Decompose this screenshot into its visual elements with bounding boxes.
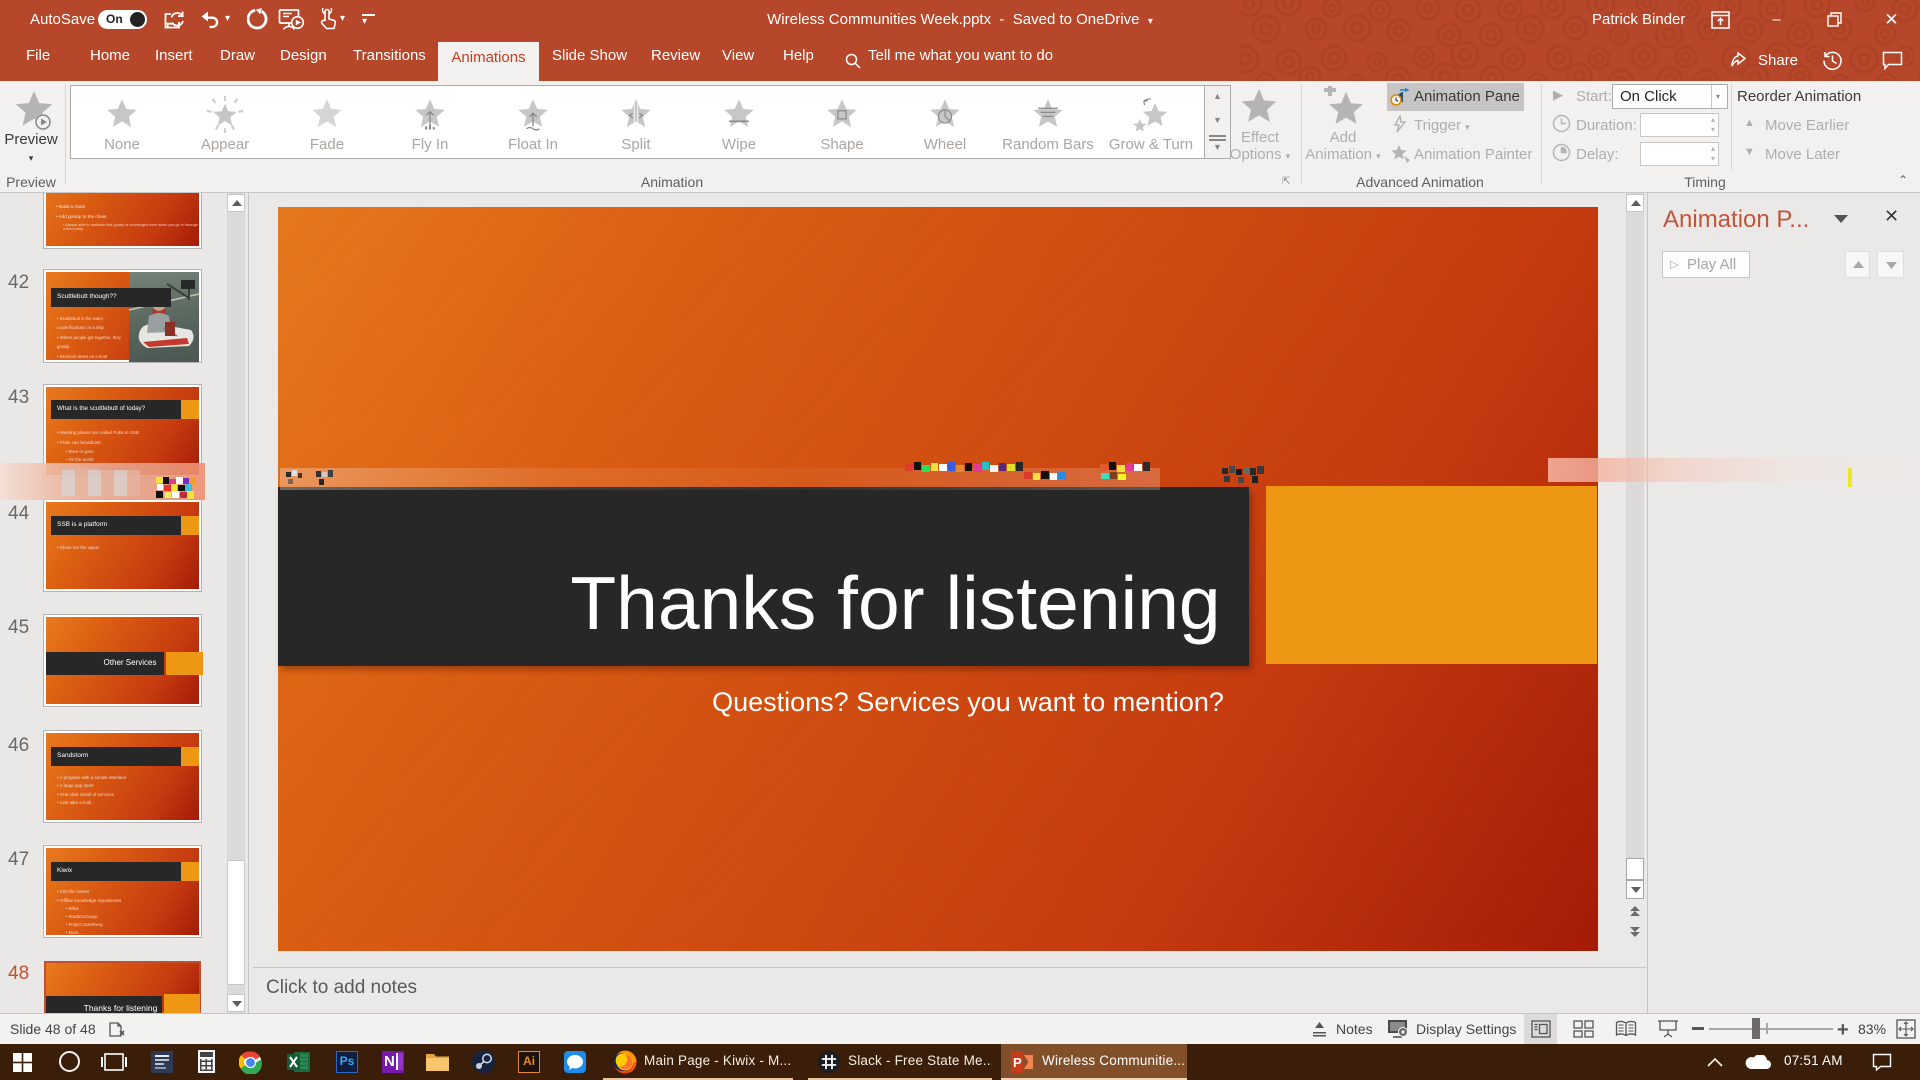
svg-text:P: P	[1013, 1055, 1022, 1070]
